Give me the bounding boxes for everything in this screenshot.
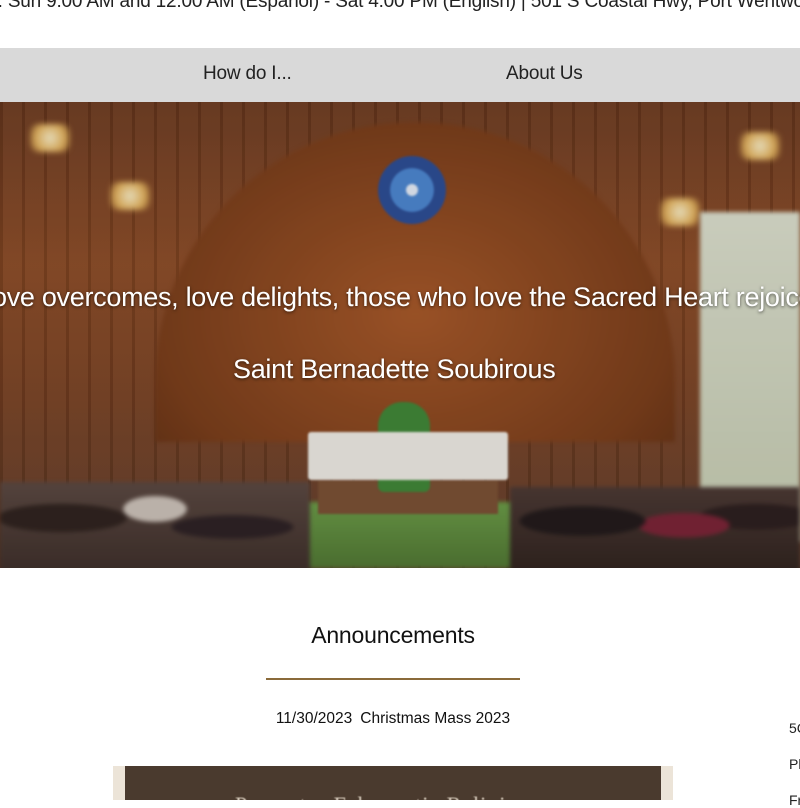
sidebar-fragment: 5C (789, 720, 800, 736)
sidebar-fragment: Pl (789, 756, 800, 772)
announcements-heading: Announcements (311, 622, 475, 648)
announcement-title: Christmas Mass 2023 (360, 710, 511, 727)
sidebar-fragment: Fr (789, 792, 800, 808)
top-info-bar: es: Sun 9:00 AM and 12:00 AM (Español) -… (0, 0, 800, 14)
announcements-divider (266, 678, 520, 680)
service-times-address: es: Sun 9:00 AM and 12:00 AM (Español) -… (0, 0, 800, 12)
hero-banner: ove overcomes, love delights, those who … (0, 102, 800, 568)
main-navigation: How do I... About Us (0, 48, 800, 102)
announcement-card[interactable]: Presentes Fehuanetic Religion (113, 766, 673, 800)
hero-quote: ove overcomes, love delights, those who … (0, 282, 800, 312)
hero-overlay (0, 102, 800, 568)
announcement-date: 11/30/2023 (275, 710, 353, 727)
announcement-item[interactable]: 11/30/2023 Christmas Mass 2023 (0, 710, 786, 728)
hero-quote-author: Saint Bernadette Soubirous (233, 354, 556, 384)
announcement-card-caption: Presentes Fehuanetic Religion (235, 792, 530, 800)
nav-item-about-us[interactable]: About Us (506, 63, 583, 85)
announcement-card-image: Presentes Fehuanetic Religion (125, 766, 661, 800)
nav-item-how-do-i[interactable]: How do I... (203, 63, 292, 85)
